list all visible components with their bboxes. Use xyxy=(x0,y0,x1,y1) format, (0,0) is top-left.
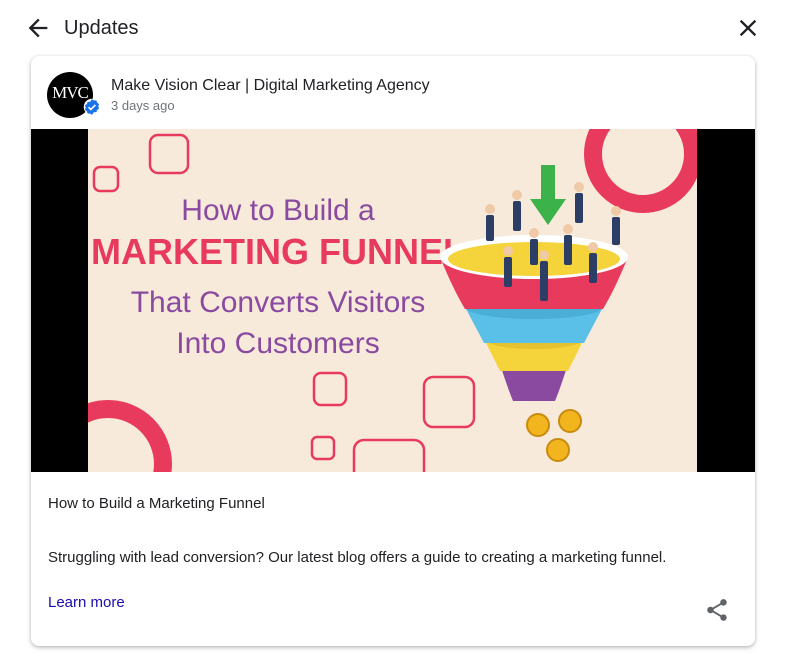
image-headline-line1: How to Build a xyxy=(181,194,375,227)
learn-more-link[interactable]: Learn more xyxy=(48,594,125,611)
funnel-illustration: How to Build a MARKETING FUNNEL That Con… xyxy=(88,129,697,472)
arrow-left-icon xyxy=(28,18,48,38)
update-card: MVC Make Vision Clear | Digital Marketin… xyxy=(31,56,755,646)
post-timestamp: 3 days ago xyxy=(111,98,175,113)
author-name[interactable]: Make Vision Clear | Digital Marketing Ag… xyxy=(111,77,430,95)
top-bar: Updates xyxy=(0,0,786,56)
post-image[interactable]: How to Build a MARKETING FUNNEL That Con… xyxy=(31,129,755,472)
verified-badge-icon xyxy=(83,98,101,116)
post-body: Struggling with lead conversion? Our lat… xyxy=(48,549,667,566)
page-title: Updates xyxy=(64,17,139,39)
image-headline-line4: Into Customers xyxy=(176,327,379,360)
share-button[interactable] xyxy=(704,597,730,623)
back-button[interactable] xyxy=(24,14,52,42)
post-title: How to Build a Marketing Funnel xyxy=(48,495,265,512)
image-headline-line3: That Converts Visitors xyxy=(131,286,426,319)
close-button[interactable] xyxy=(734,14,762,42)
image-headline-line2: MARKETING FUNNEL xyxy=(91,231,465,272)
share-icon xyxy=(707,599,727,621)
close-icon xyxy=(739,19,757,37)
